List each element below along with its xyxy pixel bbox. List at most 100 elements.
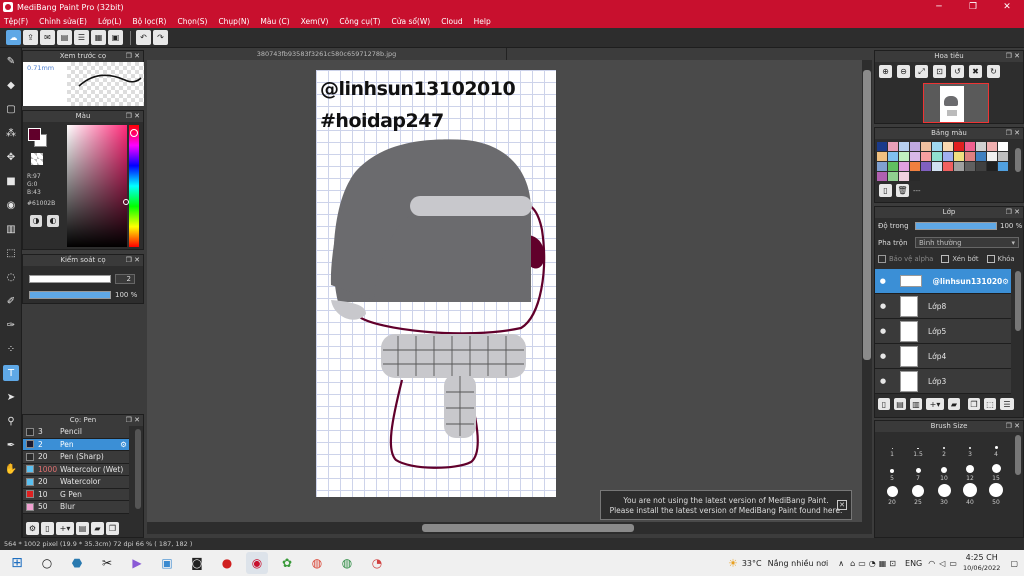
duplicate-icon[interactable]: ❐ xyxy=(106,521,119,535)
layer-row[interactable]: ● Lớp4 xyxy=(875,344,1011,369)
menu-file[interactable]: Tệp(F) xyxy=(4,17,28,26)
palette-swatch[interactable] xyxy=(899,152,909,161)
search-icon[interactable]: ○ xyxy=(36,552,58,574)
brush-size-option[interactable]: 1.5 xyxy=(905,434,931,458)
palette-swatch[interactable] xyxy=(877,152,887,161)
palette-swatch[interactable] xyxy=(921,152,931,161)
palette-swatch[interactable] xyxy=(888,162,898,171)
comment-icon[interactable]: ✉ xyxy=(40,30,55,45)
select-pen-icon[interactable]: ✐ xyxy=(3,293,19,309)
palette-swatch[interactable] xyxy=(899,172,909,181)
brush-size-option[interactable]: 1 xyxy=(879,434,905,458)
panel-menu-icon[interactable]: ❐ ✕ xyxy=(1006,128,1020,139)
palette-swatch[interactable] xyxy=(910,152,920,161)
maximize-button[interactable]: ❐ xyxy=(956,0,990,14)
reset-rotation-icon[interactable]: ✖ xyxy=(969,65,982,78)
brush-size-option[interactable]: 3 xyxy=(957,434,983,458)
palette-swatch[interactable] xyxy=(965,142,975,151)
redo-icon[interactable]: ↷ xyxy=(153,30,168,45)
visibility-icon[interactable]: ● xyxy=(878,327,888,335)
share-icon[interactable]: ⇪ xyxy=(23,30,38,45)
palette-swatch[interactable] xyxy=(976,152,986,161)
app-icon-1[interactable]: ⬣ xyxy=(66,552,88,574)
visibility-icon[interactable]: ● xyxy=(878,352,888,360)
hand-tool-icon[interactable]: ✋ xyxy=(3,461,19,477)
lasso-tool-icon[interactable]: ◌ xyxy=(3,269,19,285)
hue-cursor[interactable] xyxy=(130,129,138,137)
rect-tool-icon[interactable]: ▢ xyxy=(3,101,19,117)
canvas-horizontal-scrollbar[interactable] xyxy=(147,522,872,534)
battery-icon[interactable]: ▭ xyxy=(949,559,957,568)
brush-size-option[interactable]: 4 xyxy=(983,434,1009,458)
palette-swatch[interactable] xyxy=(954,162,964,171)
weather-icon[interactable]: ☀ xyxy=(728,557,738,570)
menu-tools[interactable]: Công cụ(T) xyxy=(339,17,380,26)
brush-settings-icon[interactable]: ⚙ xyxy=(26,521,39,535)
palette-swatch[interactable] xyxy=(877,172,887,181)
palette-swatch[interactable] xyxy=(965,162,975,171)
menu-filter[interactable]: Bộ lọc(R) xyxy=(133,17,167,26)
layer-row[interactable]: ● Lớp5 xyxy=(875,319,1011,344)
palette-swatch[interactable] xyxy=(987,152,997,161)
cloud-icon[interactable]: ☁ xyxy=(6,30,21,45)
palette-swatch[interactable] xyxy=(954,142,964,151)
weather-text[interactable]: Nắng nhiều nơi xyxy=(768,559,829,568)
brush-list-scrollbar[interactable] xyxy=(135,429,141,509)
fill-rect-icon[interactable]: ■ xyxy=(3,173,19,189)
brush-size-option[interactable]: 30 xyxy=(931,482,957,506)
visibility-icon[interactable]: ● xyxy=(878,302,888,310)
move-tool-icon[interactable]: ✥ xyxy=(3,149,19,165)
folder-icon[interactable]: ▰ xyxy=(91,521,104,535)
zoom-in-icon[interactable]: ⊕ xyxy=(879,65,892,78)
eyedropper-icon[interactable]: ⚲ xyxy=(3,413,19,429)
palette-swatch[interactable] xyxy=(910,142,920,151)
text-tool-icon[interactable]: T xyxy=(3,365,19,381)
brush-size-option[interactable]: 20 xyxy=(879,482,905,506)
windows-start-icon[interactable]: ⊞ xyxy=(6,552,28,574)
brush-size-option[interactable]: 25 xyxy=(905,482,931,506)
gear-icon[interactable]: ⚙ xyxy=(120,440,127,449)
layout-icon[interactable]: ▣ xyxy=(108,30,123,45)
palette-swatch[interactable] xyxy=(998,152,1008,161)
palette-swatch[interactable] xyxy=(976,162,986,171)
chrome-icon[interactable]: ◍ xyxy=(306,552,328,574)
drawing-canvas[interactable]: @linhsun13102010 #hoidap247 xyxy=(316,70,556,497)
transparent-swatch[interactable] xyxy=(31,153,43,165)
brush-tool-icon[interactable]: ✎ xyxy=(3,53,19,69)
menu-color[interactable]: Màu (C) xyxy=(260,17,289,26)
palette-swatch[interactable] xyxy=(976,142,986,151)
app-icon-2[interactable]: ✿ xyxy=(276,552,298,574)
layer-list-scrollbar[interactable] xyxy=(1015,271,1021,331)
navigator-thumbnail[interactable] xyxy=(923,83,989,123)
operation-tool-icon[interactable]: ➤ xyxy=(3,389,19,405)
tray-icons[interactable]: ⌂▭◔▦⊡ xyxy=(850,559,899,568)
palette-new-icon[interactable]: ▯ xyxy=(879,184,892,197)
brush-size-option[interactable]: 7 xyxy=(905,458,931,482)
palette-swatch[interactable] xyxy=(998,162,1008,171)
select-eraser-icon[interactable]: ✑ xyxy=(3,317,19,333)
palette-swatch[interactable] xyxy=(921,142,931,151)
menu-select[interactable]: Chọn(S) xyxy=(177,17,207,26)
layer-row[interactable]: ● Lớp8 xyxy=(875,294,1011,319)
clock[interactable]: 4:25 CH 10/06/2022 xyxy=(963,553,1000,573)
panel-toggle-icon[interactable]: ▤ xyxy=(57,30,72,45)
language-indicator[interactable]: ENG xyxy=(905,559,922,568)
palette-pick-icon[interactable]: ◐ xyxy=(47,215,59,227)
menu-help[interactable]: Help xyxy=(474,17,491,26)
palette-swatch[interactable] xyxy=(899,142,909,151)
clipping-checkbox[interactable] xyxy=(941,255,950,263)
brush-item[interactable]: 20 Pen (Sharp) xyxy=(23,451,129,464)
lock-checkbox[interactable] xyxy=(986,255,995,263)
brush-size-option[interactable]: 5 xyxy=(879,458,905,482)
menu-cloud[interactable]: Cloud xyxy=(441,17,462,26)
layer-opacity-slider[interactable] xyxy=(915,222,997,230)
protect-alpha-checkbox[interactable] xyxy=(878,255,886,263)
medibang-taskbar-icon[interactable]: ◉ xyxy=(246,552,268,574)
camera-icon[interactable]: ◙ xyxy=(186,552,208,574)
brush-item[interactable]: 2 Pen ⚙ xyxy=(23,438,129,451)
brush-item[interactable]: 1000 Watercolor (Wet) xyxy=(23,463,129,476)
menu-layer[interactable]: Lớp(L) xyxy=(98,17,122,26)
saturation-value-picker[interactable] xyxy=(67,125,129,247)
brush-size-option[interactable]: 15 xyxy=(983,458,1009,482)
palette-swatch[interactable] xyxy=(954,152,964,161)
